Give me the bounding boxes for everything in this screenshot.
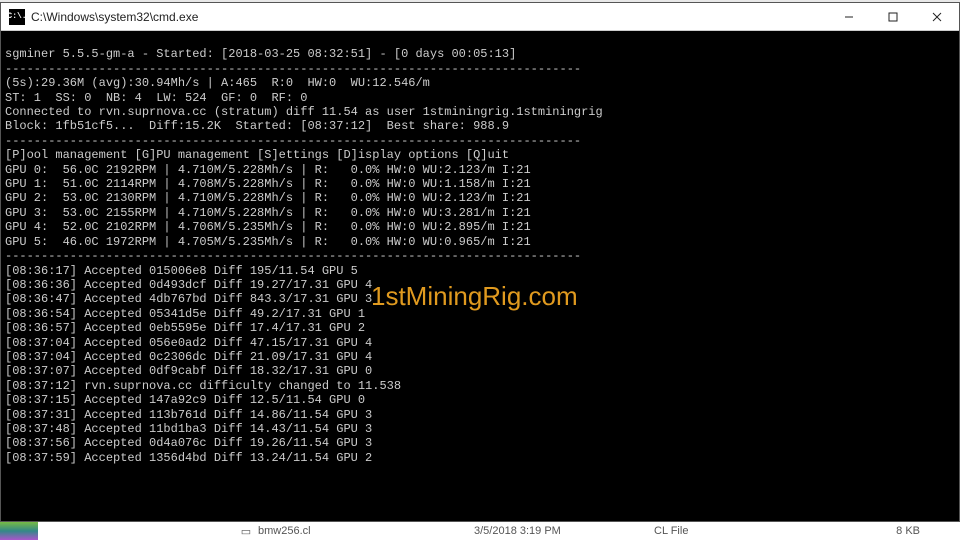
close-button[interactable]: [915, 3, 959, 31]
stats-line: ST: 1 SS: 0 NB: 4 LW: 524 GF: 0 RF: 0: [5, 91, 307, 105]
stats-line: (5s):29.36M (avg):30.94Mh/s | A:465 R:0 …: [5, 76, 430, 90]
cmd-icon: C:\.: [9, 9, 25, 25]
maximize-button[interactable]: [871, 3, 915, 31]
minimize-button[interactable]: [827, 3, 871, 31]
watermark-text: 1stMiningRig.com: [371, 289, 578, 303]
file-name[interactable]: bmw256.cl: [254, 525, 474, 537]
maximize-icon: [888, 12, 898, 22]
gpu-line: GPU 5: 46.0C 1972RPM | 4.705M/5.235Mh/s …: [5, 235, 531, 249]
gpu-line: GPU 0: 56.0C 2192RPM | 4.710M/5.228Mh/s …: [5, 163, 531, 177]
log-line: [08:37:56] Accepted 0d4a076c Diff 19.26/…: [5, 436, 372, 450]
log-line: [08:36:47] Accepted 4db767bd Diff 843.3/…: [5, 292, 372, 306]
stats-line: Connected to rvn.suprnova.cc (stratum) d…: [5, 105, 603, 119]
hr: ----------------------------------------…: [5, 134, 581, 148]
log-line: [08:36:57] Accepted 0eb5595e Diff 17.4/1…: [5, 321, 365, 335]
explorer-row: ▭ bmw256.cl 3/5/2018 3:19 PM CL File 8 K…: [0, 522, 960, 540]
log-line: [08:37:04] Accepted 056e0ad2 Diff 47.15/…: [5, 336, 372, 350]
log-line: [08:37:59] Accepted 1356d4bd Diff 13.24/…: [5, 451, 372, 465]
log-line: [08:36:17] Accepted 015006e8 Diff 195/11…: [5, 264, 358, 278]
file-date: 3/5/2018 3:19 PM: [474, 525, 654, 537]
gpu-line: GPU 1: 51.0C 2114RPM | 4.708M/5.228Mh/s …: [5, 177, 531, 191]
file-icon: ▭: [238, 525, 254, 538]
titlebar[interactable]: C:\. C:\Windows\system32\cmd.exe: [1, 3, 959, 31]
log-line: [08:37:31] Accepted 113b761d Diff 14.86/…: [5, 408, 372, 422]
log-line: [08:37:07] Accepted 0df9cabf Diff 18.32/…: [5, 364, 372, 378]
file-size: 8 KB: [794, 525, 960, 537]
log-line: [08:37:04] Accepted 0c2306dc Diff 21.09/…: [5, 350, 372, 364]
gpu-line: GPU 3: 53.0C 2155RPM | 4.710M/5.228Mh/s …: [5, 206, 531, 220]
hr: ----------------------------------------…: [5, 62, 581, 76]
menu-line: [P]ool management [G]PU management [S]et…: [5, 148, 509, 162]
console-output[interactable]: sgminer 5.5.5-gm-a - Started: [2018-03-2…: [1, 31, 959, 521]
log-line: [08:36:36] Accepted 0d493dcf Diff 19.27/…: [5, 278, 372, 292]
close-icon: [932, 12, 942, 22]
cmd-window: C:\. C:\Windows\system32\cmd.exe sgminer…: [0, 2, 960, 522]
header-line: sgminer 5.5.5-gm-a - Started: [2018-03-2…: [5, 47, 516, 61]
file-type: CL File: [654, 525, 794, 537]
gpu-line: GPU 4: 52.0C 2102RPM | 4.706M/5.235Mh/s …: [5, 220, 531, 234]
log-line: [08:37:12] rvn.suprnova.cc difficulty ch…: [5, 379, 401, 393]
window-title: C:\Windows\system32\cmd.exe: [31, 10, 198, 24]
rar-icon: [0, 522, 38, 540]
log-line: [08:36:54] Accepted 05341d5e Diff 49.2/1…: [5, 307, 365, 321]
log-line: [08:37:15] Accepted 147a92c9 Diff 12.5/1…: [5, 393, 365, 407]
minimize-icon: [844, 12, 854, 22]
log-line: [08:37:48] Accepted 11bd1ba3 Diff 14.43/…: [5, 422, 372, 436]
stats-line: Block: 1fb51cf5... Diff:15.2K Started: […: [5, 119, 509, 133]
gpu-line: GPU 2: 53.0C 2130RPM | 4.710M/5.228Mh/s …: [5, 191, 531, 205]
hr: ----------------------------------------…: [5, 249, 581, 263]
